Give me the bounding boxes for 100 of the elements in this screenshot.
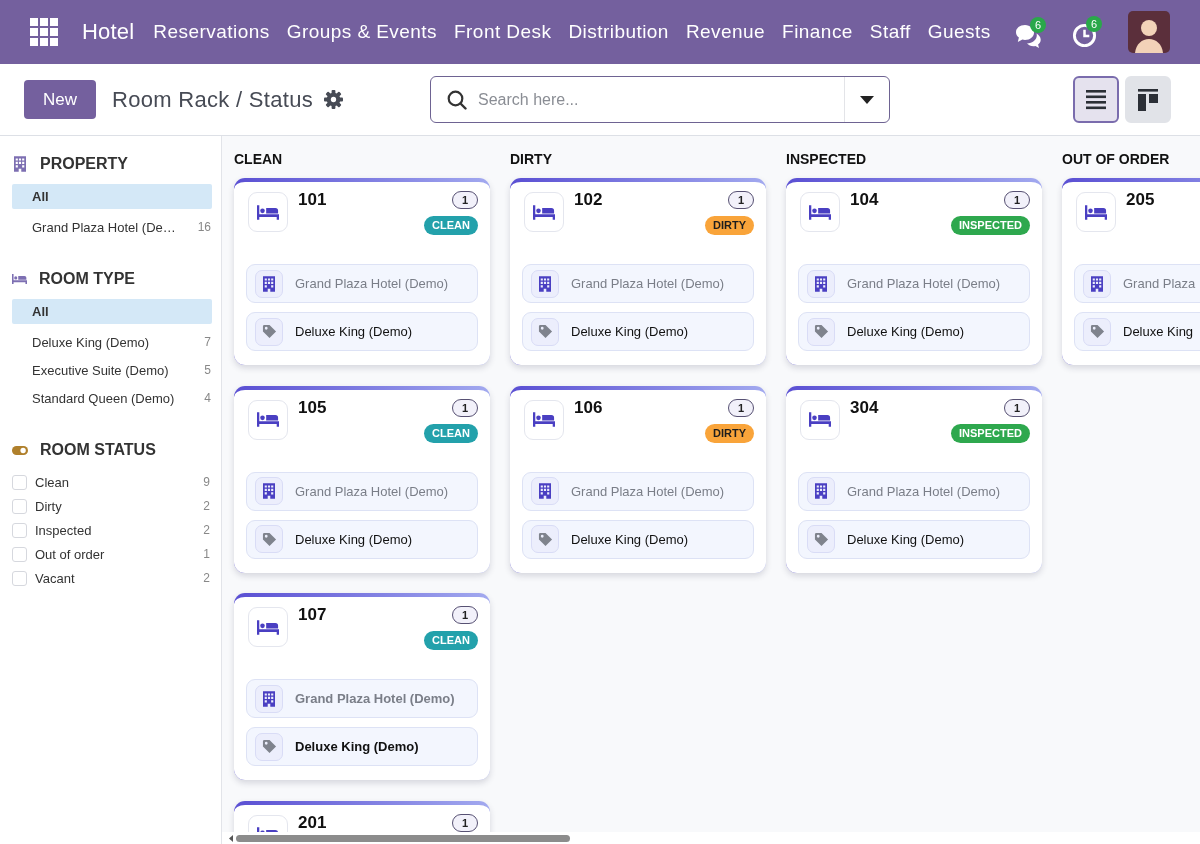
bed-icon (524, 192, 564, 232)
bed-icon (248, 607, 288, 647)
count-badge: 1 (452, 398, 478, 417)
menu-item[interactable]: Staff (869, 21, 911, 43)
bed-icon (524, 399, 564, 440)
room-number: 105 (298, 397, 328, 418)
room-type-name: Deluxe King (Demo) (295, 531, 413, 547)
room-type-name: Deluxe King (Demo) (295, 324, 413, 339)
menu-item[interactable]: Distribution (568, 21, 669, 43)
menu-item[interactable]: Guests (927, 21, 991, 43)
list-view-button[interactable] (1073, 76, 1119, 123)
filter-section-title: ROOM TYPE (39, 270, 135, 288)
count-badge: 1 (1004, 398, 1030, 417)
building-icon (807, 477, 835, 505)
filter-label: All (32, 304, 50, 319)
bed-icon (248, 192, 288, 232)
checkbox[interactable] (12, 522, 27, 538)
room-type-name: Deluxe King (Demo) (571, 531, 689, 547)
menu-item[interactable]: Revenue (685, 21, 766, 43)
status-badge: CLEAN (424, 631, 478, 650)
filter-label[interactable]: Out of order (35, 546, 198, 562)
kanban-view-button[interactable] (1125, 76, 1171, 123)
checkbox[interactable] (12, 570, 27, 586)
toggle-icon (12, 445, 28, 455)
menu-item[interactable]: Front Desk (454, 21, 552, 43)
filter-label[interactable]: Clean (35, 474, 198, 490)
property-name: Grand Plaza Hotel (Demo) (295, 691, 455, 706)
checkbox[interactable] (12, 546, 27, 562)
new-button[interactable]: New (24, 80, 96, 119)
bed-icon (12, 274, 27, 284)
scrollbar-thumb[interactable] (236, 834, 570, 842)
tag-icon (255, 525, 283, 553)
tag-icon (1083, 317, 1111, 346)
filter-label: Standard Queen (Demo) (32, 390, 176, 406)
filter-count: 7 (204, 335, 211, 349)
filter-count: 16 (197, 220, 211, 234)
filter-count: 5 (204, 363, 211, 377)
filter-item[interactable]: Deluxe King (Demo) 7 (12, 329, 212, 355)
apps-menu-icon[interactable] (30, 18, 58, 46)
room-number: 107 (298, 605, 328, 625)
filter-item[interactable]: All (12, 299, 212, 324)
filter-count: 2 (203, 571, 210, 585)
building-icon (807, 269, 835, 298)
checkbox[interactable] (12, 474, 27, 490)
kanban-icon (1138, 88, 1158, 111)
count-badge: 1 (452, 191, 478, 209)
filter-item[interactable]: Executive Suite (Demo) 5 (12, 357, 212, 383)
bed-icon (800, 192, 840, 232)
column-title: INSPECTED (786, 150, 868, 168)
filter-item[interactable]: Standard Queen (Demo) 4 (12, 385, 212, 411)
status-badge: INSPECTED (951, 216, 1030, 235)
list-icon (1086, 89, 1106, 110)
checkbox[interactable] (12, 498, 27, 514)
status-badge: CLEAN (424, 216, 478, 235)
settings-icon[interactable] (324, 90, 344, 109)
menu-item[interactable]: Groups & Events (286, 21, 438, 43)
status-badge: CLEAN (424, 423, 478, 443)
room-number: 102 (574, 190, 604, 210)
property-name: Grand Plaza (1123, 276, 1196, 291)
property-name: Grand Plaza Hotel (Demo) (571, 276, 725, 291)
filter-label: All (32, 189, 50, 204)
tag-icon (255, 317, 283, 346)
user-avatar[interactable] (1128, 11, 1170, 53)
room-number: 101 (298, 190, 328, 210)
filter-label[interactable]: Vacant (35, 570, 198, 586)
property-name: Grand Plaza Hotel (Demo) (847, 483, 1001, 499)
tag-icon (807, 317, 835, 346)
count-badge: 1 (728, 398, 754, 417)
scroll-left-icon[interactable] (229, 834, 233, 842)
tag-icon (807, 525, 835, 553)
count-badge: 1 (1004, 191, 1030, 209)
building-icon (1083, 269, 1111, 298)
room-type-name: Deluxe King (1123, 324, 1194, 339)
status-badge: DIRTY (705, 423, 754, 443)
filter-count: 4 (204, 391, 211, 405)
filter-item[interactable]: Grand Plaza Hotel (De… 16 (12, 214, 212, 240)
filter-label: Grand Plaza Hotel (De… (32, 219, 177, 235)
filter-label[interactable]: Dirty (35, 498, 198, 514)
column-title: CLEAN (234, 150, 284, 168)
filter-label[interactable]: Inspected (35, 522, 198, 538)
building-icon (255, 269, 283, 298)
app-name[interactable]: Hotel (82, 19, 135, 45)
menu-item[interactable]: Reservations (153, 21, 270, 43)
count-badge: 1 (452, 813, 478, 832)
room-type-name: Deluxe King (Demo) (571, 324, 689, 339)
status-badge: INSPECTED (951, 423, 1030, 443)
count-badge: 1 (452, 606, 478, 624)
search-bar[interactable]: Search here... (430, 76, 890, 123)
filter-section-title: ROOM STATUS (40, 441, 156, 459)
filter-count: 9 (203, 475, 210, 489)
search-icon (447, 89, 467, 110)
bed-icon (248, 399, 288, 440)
building-icon (255, 684, 283, 713)
menu-item[interactable]: Finance (782, 21, 853, 43)
tag-icon (255, 732, 283, 761)
bed-icon (800, 399, 840, 440)
column-title: DIRTY (510, 150, 553, 168)
filter-item[interactable]: All (12, 184, 212, 209)
room-type-name: Deluxe King (Demo) (847, 324, 965, 339)
filter-label: Executive Suite (Demo) (32, 362, 170, 378)
